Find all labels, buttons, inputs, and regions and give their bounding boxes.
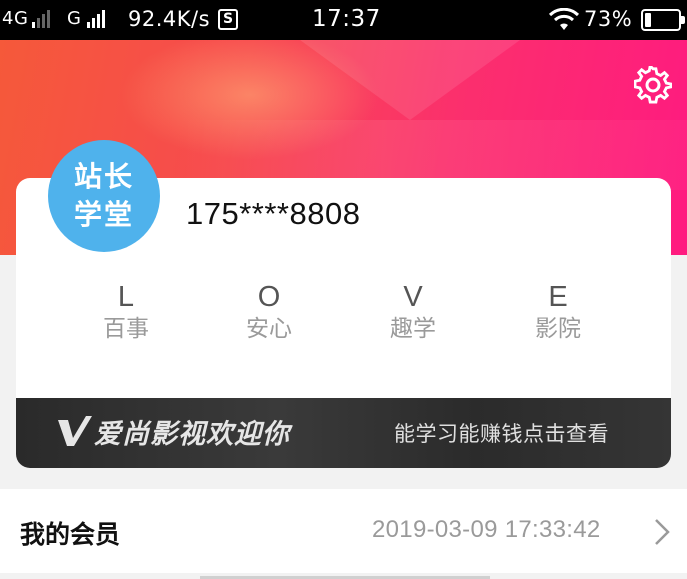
battery-icon (641, 9, 685, 31)
s-badge-icon: S (218, 9, 238, 30)
love-item-e: E 影院 (498, 282, 618, 346)
love-item-v: V 趣学 (353, 282, 473, 346)
avatar[interactable]: 站长 学堂 (48, 140, 160, 252)
love-word: 影院 (535, 316, 581, 342)
avatar-text-line2: 学堂 (73, 198, 134, 231)
membership-row[interactable]: 我的会员 2019-03-09 17:33:42 (0, 489, 687, 573)
network-type-1: 4G (2, 8, 29, 29)
love-word: 安心 (246, 316, 292, 342)
user-phone: 175****8808 (186, 196, 361, 231)
love-letter: E (548, 281, 568, 313)
vip-banner[interactable]: 爱尚影视欢迎你 能学习能赚钱点击查看 (16, 398, 671, 468)
banner-welcome-text: 爱尚影视欢迎你 (94, 419, 290, 450)
signal-strength-2-icon (87, 10, 105, 28)
network-speed: 92.4K/s (128, 7, 211, 31)
network-type-2: G (67, 8, 82, 29)
love-letter: O (257, 281, 281, 313)
love-word: 百事 (103, 316, 149, 342)
gear-icon[interactable] (634, 66, 672, 104)
battery-percent: 73% (584, 7, 633, 31)
v-logo-icon (58, 416, 92, 446)
signal-strength-1-icon (32, 10, 50, 28)
banner-promo-link[interactable]: 能学习能赚钱点击查看 (394, 418, 609, 448)
wifi-icon (548, 8, 580, 30)
love-item-o: O 安心 (209, 282, 329, 346)
love-item-l: L 百事 (66, 282, 186, 346)
membership-label: 我的会员 (20, 520, 121, 549)
membership-expiry-date: 2019-03-09 17:33:42 (372, 516, 601, 543)
love-letter: V (403, 281, 423, 313)
avatar-text-line1: 站长 (73, 160, 134, 193)
love-word: 趣学 (390, 316, 436, 342)
love-letter: L (117, 281, 135, 313)
status-bar: 4G G 92.4K/s S 17:37 73% (0, 0, 687, 40)
chevron-right-icon (655, 519, 670, 545)
clock: 17:37 (312, 6, 381, 32)
